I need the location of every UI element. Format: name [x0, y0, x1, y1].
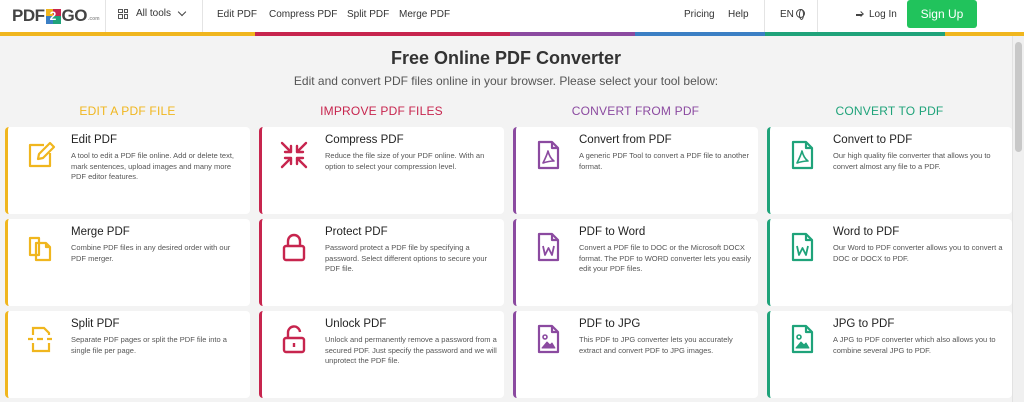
tool-description: Combine PDF files in any desired order w…: [71, 243, 231, 263]
tool-description: A JPG to PDF converter which also allows…: [833, 335, 996, 355]
column-heading-improve: IMPROVE PDF FILES: [320, 104, 443, 118]
tool-description: A tool to edit a PDF file online. Add or…: [71, 151, 235, 182]
chevron-down-icon: [177, 7, 187, 16]
tool-title: Convert to PDF: [833, 134, 913, 146]
header-divider: [764, 0, 765, 32]
image-file-icon: [537, 324, 560, 354]
pdf-file-icon: [537, 140, 560, 170]
tool-description: Password protect a PDF file by specifyin…: [325, 243, 488, 274]
tool-description: Our Word to PDF converter allows you to …: [833, 243, 1003, 263]
tool-description: This PDF to JPG converter lets you accur…: [579, 335, 733, 355]
vertical-scrollbar[interactable]: [1012, 36, 1024, 402]
tool-card-merge-pdf[interactable]: Merge PDF Combine PDF files in any desir…: [5, 219, 250, 306]
column-heading-convert-to: CONVERT TO PDF: [835, 104, 944, 118]
tool-description: Reduce the file size of your PDF online.…: [325, 151, 485, 171]
page-title: Free Online PDF Converter: [390, 48, 622, 68]
nav-edit-pdf[interactable]: Edit PDF: [217, 9, 257, 20]
tool-card-unlock-pdf[interactable]: Unlock PDF Unlock and permanently remove…: [259, 311, 504, 398]
tool-card-word-to-pdf[interactable]: Word to PDF Our Word to PDF converter al…: [767, 219, 1012, 306]
signup-button[interactable]: Sign Up: [907, 0, 977, 28]
pdf-file-icon: [791, 140, 814, 170]
split-icon: [28, 326, 52, 353]
tool-description: Convert a PDF file to DOC or the Microso…: [579, 243, 751, 274]
word-file-icon: [791, 232, 814, 262]
word-file-icon: [537, 232, 560, 262]
merge-icon: [28, 236, 52, 262]
language-selector[interactable]: EN: [780, 9, 805, 20]
unlock-icon: [282, 325, 306, 354]
header-divider: [105, 0, 106, 32]
grid-icon: [118, 8, 128, 19]
tool-description: Separate PDF pages or split the PDF file…: [71, 335, 227, 355]
edit-icon: [28, 141, 56, 168]
tool-title: PDF to JPG: [579, 318, 641, 330]
nav-split-pdf[interactable]: Split PDF: [347, 9, 389, 20]
scrollbar-thumb[interactable]: [1015, 42, 1022, 152]
tool-title: Convert from PDF: [579, 134, 672, 146]
header-divider: [202, 0, 203, 32]
tool-title: Merge PDF: [71, 226, 130, 238]
tool-card-convert-from-pdf[interactable]: Convert from PDF A generic PDF Tool to c…: [513, 127, 758, 214]
all-tools-label: All tools: [136, 8, 172, 19]
all-tools-menu[interactable]: All tools: [118, 7, 187, 19]
nav-merge-pdf[interactable]: Merge PDF: [399, 9, 450, 20]
tool-title: PDF to Word: [579, 226, 646, 238]
pdf2go-logo[interactable]: PDF 2 GO .com: [12, 6, 100, 26]
column-heading-edit: EDIT A PDF FILE: [79, 104, 176, 118]
tool-card-compress-pdf[interactable]: Compress PDF Reduce the file size of you…: [259, 127, 504, 214]
color-stripe: [0, 32, 1024, 36]
compress-icon: [280, 141, 308, 169]
logo-2-badge: 2: [45, 8, 61, 24]
sign-in-icon: [856, 10, 865, 19]
tool-title: JPG to PDF: [833, 318, 895, 330]
tool-title: Unlock PDF: [325, 318, 387, 330]
login-link[interactable]: Log In: [856, 9, 897, 20]
tool-title: Protect PDF: [325, 226, 388, 238]
tool-card-pdf-to-jpg[interactable]: PDF to JPG This PDF to JPG converter let…: [513, 311, 758, 398]
nav-compress-pdf[interactable]: Compress PDF: [269, 9, 337, 20]
page-subtitle: Edit and convert PDF files online in you…: [293, 74, 719, 88]
lock-icon: [282, 233, 306, 262]
tool-description: A generic PDF Tool to convert a PDF file…: [579, 151, 749, 171]
tool-card-edit-pdf[interactable]: Edit PDF A tool to edit a PDF file onlin…: [5, 127, 250, 214]
globe-icon: [795, 9, 805, 20]
tool-title: Split PDF: [71, 318, 120, 330]
header-divider: [817, 0, 818, 32]
tool-title: Edit PDF: [71, 134, 118, 146]
tool-card-jpg-to-pdf[interactable]: JPG to PDF A JPG to PDF converter which …: [767, 311, 1012, 398]
column-heading-convert-from: CONVERT FROM PDF: [571, 104, 700, 118]
tool-card-pdf-to-word[interactable]: PDF to Word Convert a PDF file to DOC or…: [513, 219, 758, 306]
tool-card-split-pdf[interactable]: Split PDF Separate PDF pages or split th…: [5, 311, 250, 398]
nav-help[interactable]: Help: [728, 9, 749, 20]
tool-description: Unlock and permanently remove a password…: [325, 335, 497, 366]
tool-title: Word to PDF: [833, 226, 900, 238]
tool-card-protect-pdf[interactable]: Protect PDF Password protect a PDF file …: [259, 219, 504, 306]
image-file-icon: [791, 324, 814, 354]
tool-card-convert-to-pdf[interactable]: Convert to PDF Our high quality file con…: [767, 127, 1012, 214]
tool-description: Our high quality file converter that all…: [833, 151, 991, 171]
top-navigation-bar: PDF 2 GO .com All tools Edit PDF Compres…: [0, 0, 1024, 32]
nav-pricing[interactable]: Pricing: [684, 9, 715, 20]
tool-title: Compress PDF: [325, 134, 404, 146]
